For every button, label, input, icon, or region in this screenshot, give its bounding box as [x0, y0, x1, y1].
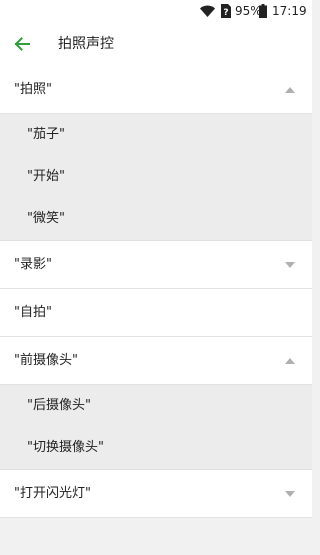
list-item[interactable]: "后摄像头" [0, 385, 312, 427]
wifi-icon [200, 5, 215, 17]
group-label: "录影" [14, 257, 52, 272]
sim-no-signal-icon: ? [221, 4, 231, 18]
chevron-down-icon [285, 491, 295, 497]
battery-percent: 95% [235, 4, 262, 18]
svg-text:?: ? [223, 8, 228, 18]
list-item[interactable]: "微笑" [0, 198, 312, 240]
group-label: "前摄像头" [14, 353, 78, 368]
page-title: 拍照声控 [58, 36, 114, 52]
group-front-camera[interactable]: "前摄像头" [0, 337, 312, 385]
group-label: "打开闪光灯" [14, 486, 91, 501]
back-arrow-icon[interactable] [9, 31, 35, 57]
status-bar: ? 95% 17:19 [0, 0, 312, 22]
item-label: "茄子" [27, 127, 65, 142]
group-front-camera-items: "后摄像头" "切换摄像头" [0, 385, 312, 470]
list-item[interactable]: "开始" [0, 156, 312, 198]
list-item[interactable]: "茄子" [0, 114, 312, 156]
chevron-down-icon [285, 262, 295, 268]
item-label: "微笑" [27, 211, 65, 226]
chevron-up-icon [285, 87, 295, 93]
app-bar: 拍照声控 [0, 22, 312, 66]
group-video[interactable]: "录影" [0, 241, 312, 289]
voice-command-list: "拍照" "茄子" "开始" "微笑" "录影" "自拍" "前摄像头" "后摄… [0, 66, 312, 518]
group-selfie[interactable]: "自拍" [0, 289, 312, 337]
group-label: "自拍" [14, 305, 52, 320]
chevron-up-icon [285, 358, 295, 364]
group-label: "拍照" [14, 82, 52, 97]
item-label: "开始" [27, 169, 65, 184]
group-photo-items: "茄子" "开始" "微笑" [0, 114, 312, 241]
battery-icon [259, 4, 267, 18]
group-flash-on[interactable]: "打开闪光灯" [0, 470, 312, 518]
item-label: "后摄像头" [27, 398, 91, 413]
group-photo[interactable]: "拍照" [0, 66, 312, 114]
list-item[interactable]: "切换摄像头" [0, 427, 312, 469]
clock: 17:19 [272, 4, 307, 18]
item-label: "切换摄像头" [27, 440, 104, 455]
